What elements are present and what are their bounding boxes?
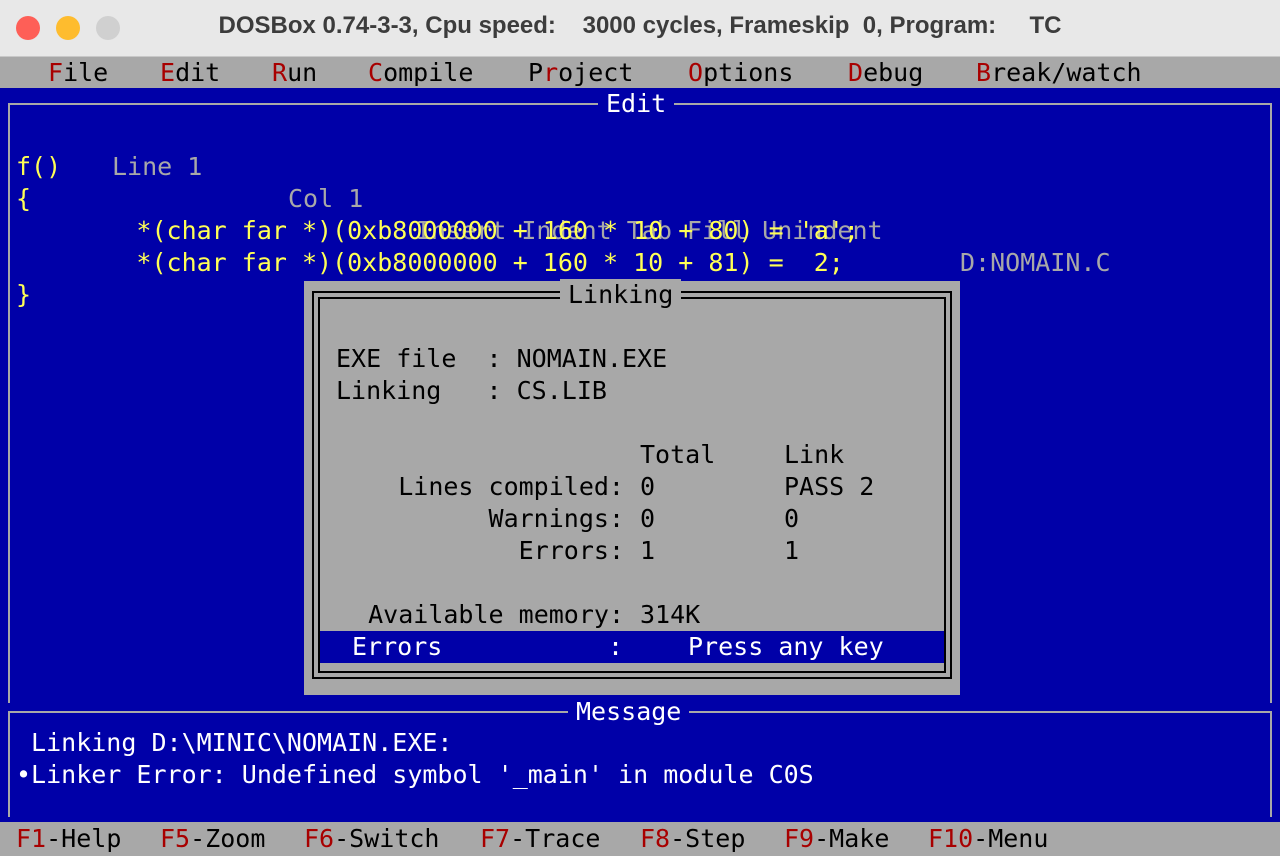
menu-edit[interactable]: Edit: [160, 57, 220, 89]
message-line[interactable]: Linking D:\MINIC\NOMAIN.EXE:: [16, 727, 452, 759]
file-name: D:NOMAIN.C: [960, 248, 1111, 277]
code-line[interactable]: f(): [16, 151, 61, 183]
menu-file[interactable]: File: [48, 57, 108, 89]
menu-compile[interactable]: Compile: [368, 57, 473, 89]
code-line[interactable]: *(char far *)(0xb8000000 + 160 * 10 + 80…: [16, 215, 858, 247]
stat-label: Warnings:: [488, 504, 624, 533]
exe-file-line: EXE file : NOMAIN.EXE: [336, 344, 668, 373]
dialog-title: Linking: [560, 279, 682, 311]
code-line[interactable]: {: [16, 183, 31, 215]
f10-menu-key[interactable]: F10-Menu: [928, 823, 1048, 855]
menu-break-watch[interactable]: Break/watch: [976, 57, 1142, 89]
memory-value: 314K: [640, 600, 701, 629]
dialog-frame-bottom-inner: [318, 671, 946, 673]
window-titlebar: DOSBox 0.74-3-3, Cpu speed: 3000 cycles,…: [0, 0, 1280, 57]
dos-screen: File Edit Run Compile Project Options De…: [0, 57, 1280, 856]
f1-help-key[interactable]: F1-Help: [16, 823, 121, 855]
code-line[interactable]: *(char far *)(0xb8000000 + 160 * 10 + 81…: [16, 247, 843, 279]
dialog-frame-bottom-outer: [312, 677, 952, 679]
stat-label: Errors:: [518, 536, 624, 565]
menu-run[interactable]: Run: [272, 57, 317, 89]
code-line[interactable]: }: [16, 279, 31, 311]
dialog-frame-right-outer: [950, 291, 952, 679]
f7-trace-key[interactable]: F7-Trace: [480, 823, 600, 855]
stat-total: 1: [640, 536, 656, 565]
window-title: DOSBox 0.74-3-3, Cpu speed: 3000 cycles,…: [218, 12, 1062, 39]
stat-link: PASS 2: [784, 472, 875, 501]
message-frame-left: [8, 711, 10, 817]
errors-label: Errors: [352, 632, 443, 661]
editor-status-line: Line 1 Col 1 Insert Indent Tab Fill Unin…: [0, 119, 1280, 277]
memory-label: Available memory:: [368, 600, 624, 629]
stat-link: 0: [784, 504, 800, 533]
menu-bar: File Edit Run Compile Project Options De…: [0, 57, 1280, 88]
edit-window-title: Edit: [598, 88, 675, 120]
menu-project[interactable]: Project: [528, 57, 633, 89]
message-window-title: Message: [568, 696, 690, 728]
f6-switch-key[interactable]: F6-Switch: [304, 823, 439, 855]
line-indicator: Line 1: [112, 152, 203, 181]
stat-total: 0: [640, 472, 656, 501]
stat-label: Lines compiled:: [398, 472, 624, 501]
bar-colon: :: [608, 632, 624, 661]
function-key-bar: F1-Help F5-Zoom F6-Switch F7-Trace F8-St…: [0, 822, 1280, 856]
press-any-key-bar[interactable]: Errors : Press any key: [320, 631, 944, 663]
menu-options[interactable]: Options: [688, 57, 793, 89]
linking-line: Linking : CS.LIB: [336, 376, 607, 405]
dialog-frame-right-inner: [944, 297, 946, 673]
linking-dialog: Linking EXE file : NOMAIN.EXE Linking : …: [304, 279, 960, 695]
f5-zoom-key[interactable]: F5-Zoom: [160, 823, 265, 855]
stat-link: 1: [784, 536, 800, 565]
stat-total: 0: [640, 504, 656, 533]
edit-frame-right: [1270, 103, 1272, 703]
f9-make-key[interactable]: F9-Make: [784, 823, 889, 855]
col-indicator: Col 1: [288, 184, 364, 213]
col-header-total: Total: [640, 440, 716, 469]
press-any-key-label: Press any key: [688, 632, 884, 661]
f8-step-key[interactable]: F8-Step: [640, 823, 745, 855]
message-frame-right: [1270, 711, 1272, 817]
menu-debug[interactable]: Debug: [848, 57, 923, 89]
col-header-link: Link: [784, 440, 845, 469]
message-line[interactable]: •Linker Error: Undefined symbol '_main' …: [16, 759, 814, 791]
